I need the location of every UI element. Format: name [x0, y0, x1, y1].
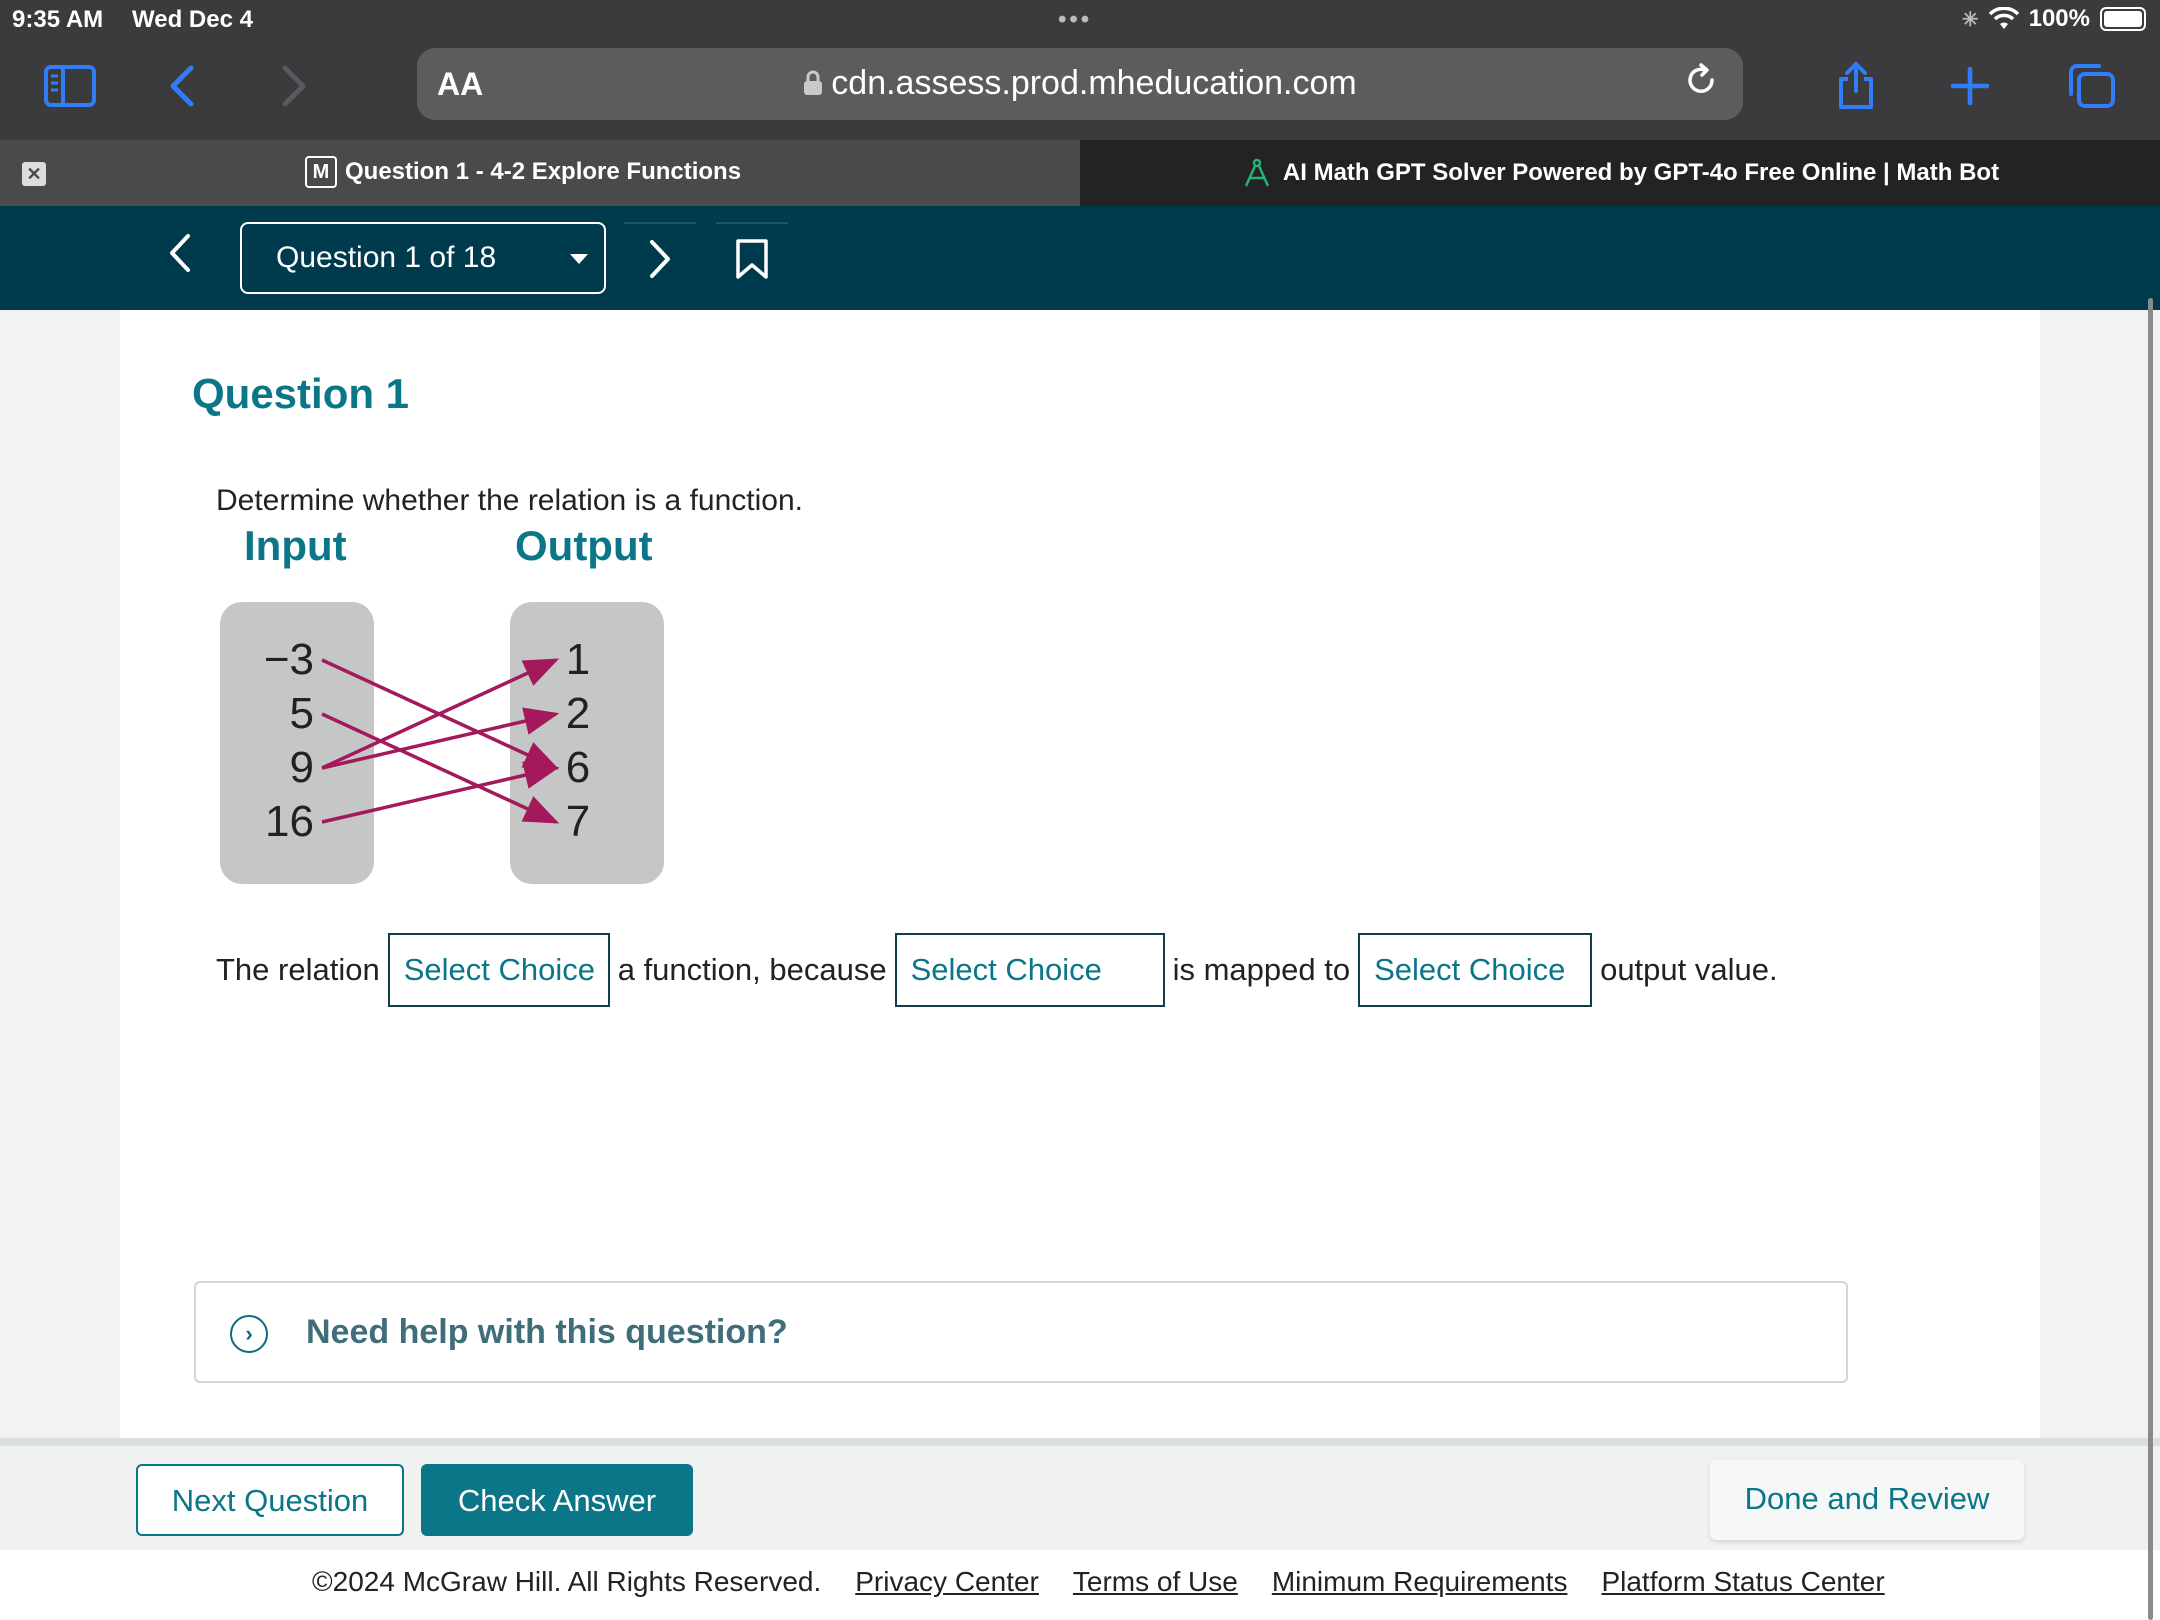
previous-question-icon[interactable]: [166, 230, 194, 287]
close-tab-icon[interactable]: ✕: [22, 162, 46, 186]
status-right: ✳ 100%: [1962, 5, 2146, 33]
answer-text: output value.: [1600, 952, 1778, 987]
status-time: 9:35 AM: [12, 6, 104, 33]
input-value: 16: [265, 797, 314, 846]
function-choice-select[interactable]: Select Choice: [387, 933, 610, 1007]
output-value: 1: [566, 635, 590, 684]
address-bar[interactable]: AA cdn.assess.prod.mheducation.com: [417, 48, 1743, 120]
status-date: Wed Dec 4: [132, 6, 253, 33]
multitasking-dots-icon[interactable]: •••: [1058, 6, 1092, 34]
mapping-diagram: Input Output −3 5 9 16 1 2 6 7: [220, 530, 664, 884]
chevron-right-circle-icon: ›: [230, 1315, 268, 1353]
input-value: 9: [290, 743, 314, 792]
output-label: Output: [515, 530, 653, 569]
question-title: Question 1: [192, 370, 410, 417]
help-accordion[interactable]: › Need help with this question?: [194, 1281, 1848, 1383]
question-selector-label: Question 1 of 18: [276, 241, 497, 274]
answer-text: is mapped to: [1172, 952, 1351, 987]
scrollbar[interactable]: [2148, 298, 2153, 1620]
question-prompt: Determine whether the relation is a func…: [216, 484, 803, 517]
terms-of-use-link[interactable]: Terms of Use: [1073, 1566, 1238, 1598]
reason-choice-select[interactable]: Select Choice: [894, 933, 1165, 1007]
quantity-choice-select[interactable]: Select Choice: [1358, 933, 1593, 1007]
back-icon[interactable]: [152, 56, 212, 116]
url-display[interactable]: cdn.assess.prod.mheducation.com: [417, 64, 1743, 105]
tab-bar: ✕ M Question 1 - 4-2 Explore Functions A…: [0, 140, 2160, 206]
url-text: cdn.assess.prod.mheducation.com: [831, 64, 1357, 102]
lock-icon: [803, 66, 823, 105]
copyright-text: ©2024 McGraw Hill. All Rights Reserved.: [312, 1566, 822, 1597]
done-and-review-button[interactable]: Done and Review: [1710, 1460, 2024, 1540]
footer-divider: [0, 1438, 2160, 1446]
check-answer-button[interactable]: Check Answer: [421, 1464, 693, 1536]
new-tab-icon[interactable]: [1940, 56, 2000, 116]
chevron-down-icon: [570, 254, 588, 264]
tab-title: AI Math GPT Solver Powered by GPT-4o Fre…: [1282, 159, 2000, 186]
tab-title: Question 1 - 4-2 Explore Functions: [345, 158, 742, 185]
activity-icon: ✳: [1961, 8, 1979, 31]
bookmark-icon[interactable]: [716, 222, 788, 294]
output-value: 6: [566, 743, 590, 792]
sidebar-icon[interactable]: [40, 56, 100, 116]
output-value: 2: [566, 689, 590, 738]
tab-math-gpt[interactable]: AI Math GPT Solver Powered by GPT-4o Fre…: [1080, 140, 2160, 206]
answer-text: a function, because: [617, 952, 887, 987]
tab-explore-functions[interactable]: ✕ M Question 1 - 4-2 Explore Functions: [0, 140, 1080, 206]
reload-icon[interactable]: [1683, 62, 1719, 107]
question-nav-header: Question 1 of 18: [0, 206, 2160, 310]
battery-percent: 100%: [2028, 5, 2090, 32]
help-text: Need help with this question?: [306, 1313, 788, 1351]
input-value: 5: [290, 689, 314, 738]
status-bar: 9:35 AM Wed Dec 4 ••• ✳ 100%: [0, 0, 2160, 40]
forward-icon[interactable]: [264, 56, 324, 116]
share-icon[interactable]: [1826, 56, 1886, 116]
output-value: 7: [566, 797, 590, 846]
answer-text: The relation: [216, 952, 380, 987]
math-bot-logo-icon: [1241, 157, 1273, 189]
input-label: Input: [244, 530, 347, 569]
page-footer: ©2024 McGraw Hill. All Rights Reserved. …: [0, 1550, 2160, 1620]
question-selector-dropdown[interactable]: Question 1 of 18: [240, 222, 606, 294]
minimum-requirements-link[interactable]: Minimum Requirements: [1272, 1566, 1568, 1598]
platform-status-center-link[interactable]: Platform Status Center: [1601, 1566, 1884, 1598]
tabs-overview-icon[interactable]: [2062, 56, 2122, 116]
mcgraw-hill-logo-icon: M: [305, 156, 337, 188]
privacy-center-link[interactable]: Privacy Center: [855, 1566, 1039, 1598]
next-question-icon[interactable]: [624, 222, 696, 294]
input-value: −3: [264, 635, 314, 684]
next-question-button[interactable]: Next Question: [136, 1464, 404, 1536]
wifi-icon: [1988, 7, 2019, 29]
action-bar: Next Question Check Answer Done and Revi…: [0, 1446, 2160, 1550]
answer-sentence: The relation Select Choice a function, b…: [216, 932, 1778, 1008]
battery-icon: [2100, 7, 2146, 31]
browser-toolbar: AA cdn.assess.prod.mheducation.com: [0, 40, 2160, 140]
